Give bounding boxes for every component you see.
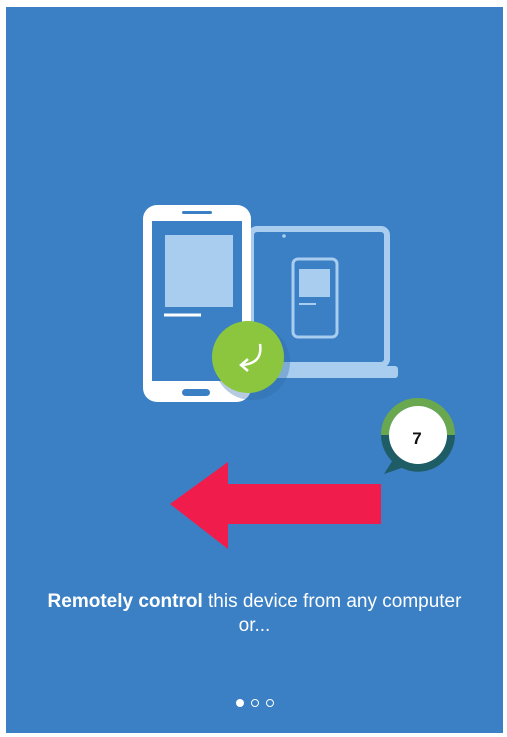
- page-dot-1[interactable]: [235, 699, 244, 707]
- swipe-arrow-icon: [170, 462, 381, 549]
- onboarding-caption: Remotely control this device from any co…: [36, 590, 473, 638]
- onboarding-screen: 7 Remotely control this device from any …: [6, 7, 503, 733]
- page-indicator: [6, 699, 503, 707]
- page-dot-3[interactable]: [265, 699, 274, 707]
- illustration: [143, 205, 455, 549]
- page-dot-2[interactable]: [250, 699, 259, 707]
- step-number: 7: [412, 429, 422, 448]
- caption-bold: Remotely control: [47, 591, 203, 612]
- caption-text: this device from any computer or...: [202, 591, 462, 636]
